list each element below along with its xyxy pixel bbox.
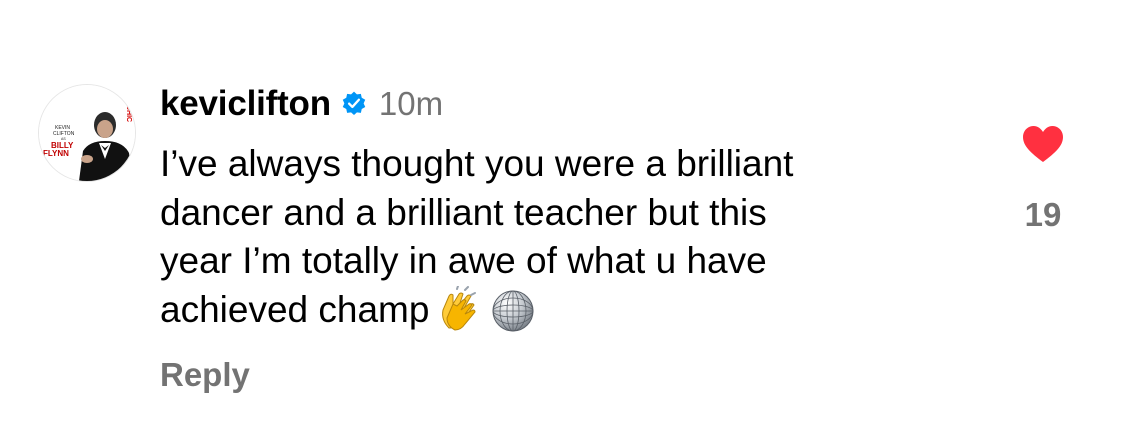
comment-line-2: dancer and a brilliant teacher but this bbox=[160, 191, 767, 233]
username[interactable]: keviclifton bbox=[160, 84, 331, 124]
comment-line-1: I’ve always thought you were a brilliant bbox=[160, 143, 794, 184]
verified-badge-icon bbox=[342, 91, 366, 116]
comment: CHIC KEVIN CLIFTON AS BILLY FLYNN kevicl… bbox=[0, 0, 1125, 429]
like-column: 19 bbox=[1005, 124, 1081, 234]
comment-line-4: achieved champ bbox=[160, 288, 430, 330]
heart-icon[interactable] bbox=[1021, 124, 1065, 164]
svg-text:FLYNN: FLYNN bbox=[43, 149, 69, 158]
mirror-ball-icon bbox=[492, 290, 534, 331]
comment-line-3: year I’m totally in awe of what u have bbox=[160, 240, 767, 281]
avatar-image: CHIC KEVIN CLIFTON AS BILLY FLYNN bbox=[39, 85, 135, 181]
comment-text: I’ve always thought you were a brilliant… bbox=[160, 140, 940, 334]
svg-text:CHIC: CHIC bbox=[125, 105, 132, 122]
reply-button[interactable]: Reply bbox=[160, 356, 250, 394]
avatar[interactable]: CHIC KEVIN CLIFTON AS BILLY FLYNN bbox=[38, 84, 136, 182]
like-count: 19 bbox=[1024, 196, 1062, 233]
timestamp: 10m bbox=[378, 85, 444, 122]
comment-header: keviclifton 10m bbox=[160, 80, 443, 128]
clapping-hands-icon bbox=[442, 285, 477, 331]
